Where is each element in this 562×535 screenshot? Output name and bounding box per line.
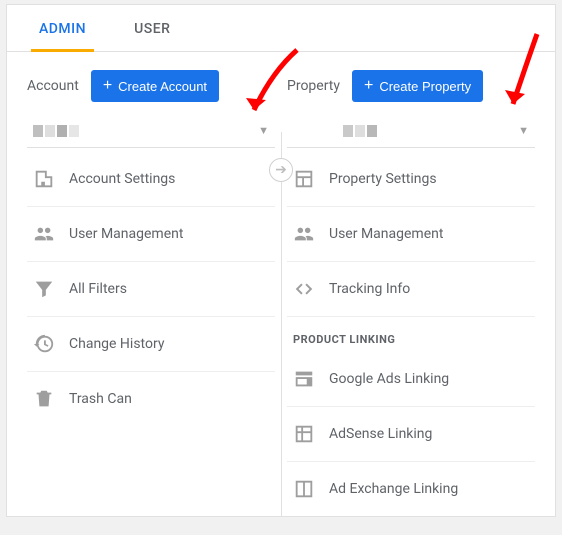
change-history-item[interactable]: Change History [27, 317, 275, 372]
property-user-mgmt-item[interactable]: User Management [287, 207, 535, 262]
menu-label: Tracking Info [329, 280, 410, 298]
all-filters-item[interactable]: All Filters [27, 262, 275, 317]
property-selector[interactable]: ▼ [287, 116, 535, 148]
code-icon [293, 278, 315, 300]
caret-down-icon: ▼ [258, 124, 269, 137]
account-selector[interactable]: ▼ [27, 116, 275, 148]
tab-user[interactable]: USER [134, 5, 170, 51]
people-icon [293, 223, 315, 245]
arrow-right-icon: ➔ [275, 162, 287, 178]
admin-tabs: ADMIN USER [7, 5, 555, 52]
ad-exchange-linking-item[interactable]: Ad Exchange Linking [287, 462, 535, 516]
property-selected-placeholder [343, 125, 377, 137]
plus-icon: + [364, 78, 373, 94]
trash-icon [33, 388, 55, 410]
caret-down-icon: ▼ [518, 124, 529, 137]
account-label: Account [27, 78, 79, 94]
tracking-info-item[interactable]: Tracking Info [287, 262, 535, 317]
menu-label: User Management [329, 225, 443, 243]
menu-label: Account Settings [69, 170, 175, 188]
account-selected-placeholder [33, 125, 79, 137]
google-ads-linking-item[interactable]: Google Ads Linking [287, 352, 535, 407]
menu-label: Google Ads Linking [329, 370, 449, 388]
account-column: Account + Create Account ▼ Account Setti… [21, 70, 281, 516]
building-icon [33, 168, 55, 190]
panel-icon [293, 478, 315, 500]
menu-label: Ad Exchange Linking [329, 480, 458, 498]
account-user-mgmt-item[interactable]: User Management [27, 207, 275, 262]
account-settings-item[interactable]: Account Settings [27, 152, 275, 207]
menu-label: Trash Can [69, 390, 132, 408]
property-settings-item[interactable]: Property Settings [287, 152, 535, 207]
grid-icon [293, 423, 315, 445]
history-icon [33, 333, 55, 355]
menu-label: All Filters [69, 280, 127, 298]
adsense-linking-item[interactable]: AdSense Linking [287, 407, 535, 462]
product-linking-section-label: PRODUCT LINKING [287, 317, 535, 352]
menu-label: AdSense Linking [329, 425, 432, 443]
create-account-button[interactable]: + Create Account [91, 70, 219, 102]
create-property-button[interactable]: + Create Property [352, 70, 483, 102]
property-label: Property [287, 78, 340, 94]
create-property-label: Create Property [379, 79, 471, 94]
menu-label: Property Settings [329, 170, 437, 188]
trash-can-item[interactable]: Trash Can [27, 372, 275, 426]
tab-admin[interactable]: ADMIN [39, 5, 86, 51]
layout-icon [293, 168, 315, 190]
people-icon [33, 223, 55, 245]
ads-icon [293, 368, 315, 390]
menu-label: Change History [69, 335, 164, 353]
property-column: Property + Create Property ▼ Property Se… [281, 70, 541, 516]
transfer-property-button[interactable]: ➔ [269, 158, 293, 182]
menu-label: User Management [69, 225, 183, 243]
filter-icon [33, 278, 55, 300]
plus-icon: + [103, 78, 112, 94]
create-account-label: Create Account [118, 79, 207, 94]
